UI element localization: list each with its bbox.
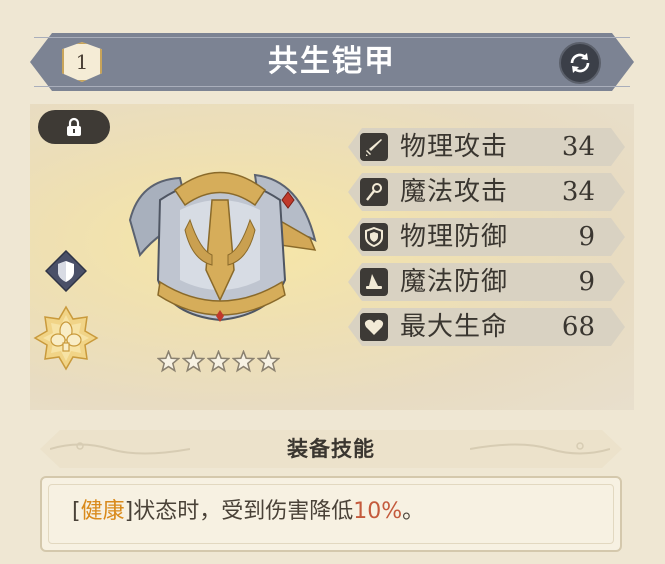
item-type-badge[interactable]	[44, 249, 88, 293]
stat-value: 68	[561, 312, 595, 342]
stat-row-physical-defense: 物理防御 9	[348, 218, 625, 256]
stat-label: 物理攻击	[400, 132, 509, 162]
stat-row-magic-attack: 魔法攻击 34	[348, 173, 625, 211]
stat-label: 魔法防御	[400, 267, 509, 297]
stat-row-max-hp: 最大生命 68	[348, 308, 625, 346]
sword-icon	[360, 133, 388, 161]
bracket-close: ]	[124, 499, 134, 524]
skill-percent: 10%	[353, 499, 403, 524]
armor-image	[120, 160, 320, 340]
stat-value: 9	[578, 222, 595, 252]
star-icon	[182, 350, 205, 373]
refresh-button[interactable]	[559, 42, 601, 84]
item-title: 共生铠甲	[268, 44, 396, 79]
star-icon	[207, 350, 230, 373]
status-keyword[interactable]: 健康	[81, 499, 125, 524]
stat-row-magic-defense: 魔法防御 9	[348, 263, 625, 301]
lock-button[interactable]	[38, 110, 110, 144]
equipment-card: 1 共生铠甲 物理攻击 34 魔法攻击 34 物理防御 9 魔法防御 9 最大生…	[0, 0, 665, 564]
stat-label: 最大生命	[400, 312, 509, 342]
wizard-hat-icon	[360, 268, 388, 296]
set-effect-badge[interactable]	[33, 305, 99, 371]
wand-icon	[360, 178, 388, 206]
stat-row-physical-attack: 物理攻击 34	[348, 128, 625, 166]
skill-section-title: 装备技能	[287, 437, 375, 461]
star-icon	[157, 350, 180, 373]
bracket-open: [	[72, 499, 81, 524]
star-icon	[257, 350, 280, 373]
rarity-stars	[157, 350, 283, 374]
skill-text-end: 。	[402, 499, 425, 524]
stat-value: 9	[578, 267, 595, 297]
stat-value: 34	[561, 132, 595, 162]
stat-value: 34	[561, 177, 595, 207]
skill-text-middle: 状态时，受到伤害降低	[133, 499, 354, 524]
stat-label: 魔法攻击	[400, 177, 509, 207]
shield-badge-icon	[44, 249, 88, 293]
refresh-icon	[570, 53, 590, 73]
heart-icon	[360, 313, 388, 341]
skill-description: [健康]状态时，受到伤害降低10%。	[72, 492, 424, 532]
flower-badge-icon	[33, 305, 99, 371]
shield-icon	[360, 223, 388, 251]
star-icon	[232, 350, 255, 373]
stat-label: 物理防御	[400, 222, 509, 252]
lock-icon	[67, 117, 81, 136]
